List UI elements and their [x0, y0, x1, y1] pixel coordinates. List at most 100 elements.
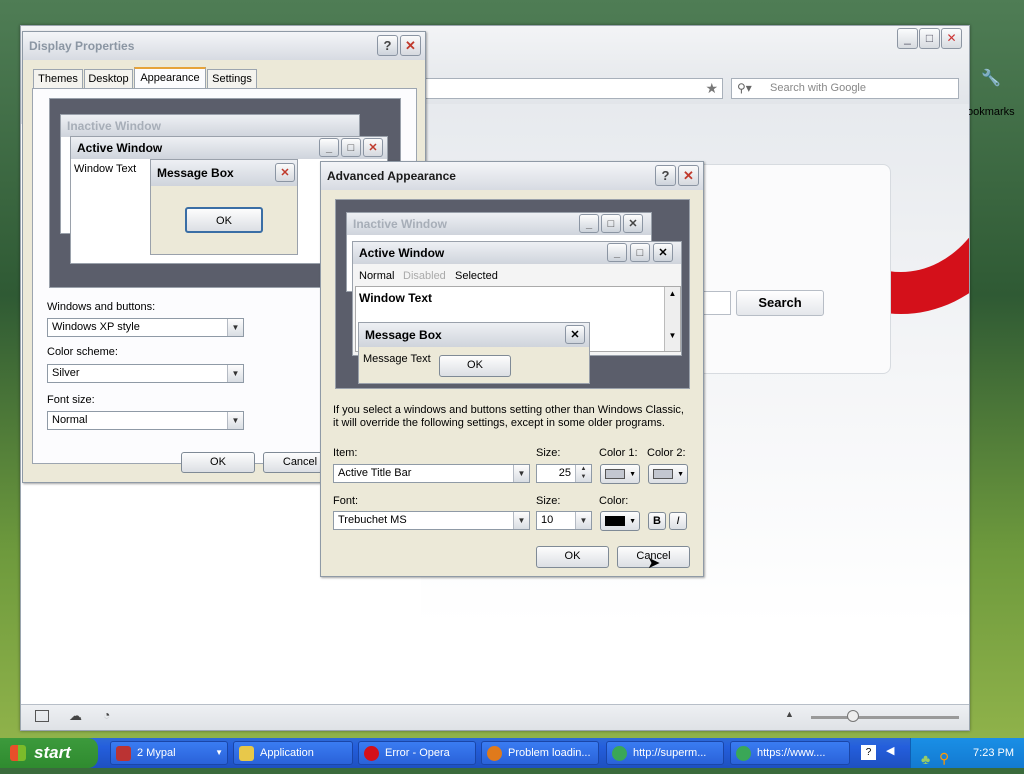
wrench-icon[interactable]: 🔧: [981, 68, 1001, 88]
windows-flag-icon: [10, 745, 26, 761]
font-color-picker[interactable]: ▼: [600, 511, 640, 531]
tab-appearance[interactable]: Appearance: [134, 67, 206, 88]
item-select[interactable]: Active Title Bar ▼: [333, 464, 530, 483]
help-icon[interactable]: ?: [861, 745, 876, 760]
color-1-picker[interactable]: ▼: [600, 464, 640, 484]
chevron-down-icon[interactable]: ▼: [227, 412, 243, 429]
search-icon[interactable]: ⚲: [939, 743, 949, 773]
adv-inactive-close-icon: ✕: [623, 214, 643, 233]
star-icon[interactable]: ★: [705, 80, 718, 97]
start-button[interactable]: start: [0, 738, 98, 768]
tab-desktop[interactable]: Desktop: [84, 69, 133, 88]
chevron-down-icon[interactable]: ▼: [513, 465, 529, 482]
color-2-label: Color 2:: [647, 447, 686, 459]
task-http-superm[interactable]: http://superm...: [606, 741, 724, 765]
address-bar[interactable]: ★: [421, 78, 723, 99]
adv-preview-ok-button: OK: [439, 355, 511, 377]
windows-and-buttons-value: Windows XP style: [52, 321, 140, 333]
size-spinner[interactable]: 25 ▲ ▼: [536, 464, 592, 483]
tray-expand-icon[interactable]: ◀: [886, 744, 894, 757]
adv-scrollbar: ▲ ▼: [664, 287, 680, 351]
ok-button[interactable]: OK: [181, 452, 255, 473]
font-size-select[interactable]: Normal ▼: [47, 411, 244, 430]
task-application[interactable]: Application: [233, 741, 353, 765]
browser-status-bar: ☁ ◔ ▲: [21, 704, 969, 730]
network-icon[interactable]: ♣: [921, 744, 930, 774]
task-label: Application: [260, 747, 314, 759]
preview-maximize-icon: □: [341, 138, 361, 157]
help-button[interactable]: ?: [655, 165, 676, 186]
task-https-www[interactable]: https://www....: [730, 741, 850, 765]
color-1-label: Color 1:: [599, 447, 638, 459]
browser-maximize-button[interactable]: □: [919, 28, 940, 49]
cloud-icon[interactable]: ☁: [69, 708, 82, 724]
preview-inactive-title: Inactive Window: [61, 115, 359, 137]
opera-icon: [364, 746, 379, 761]
windows-and-buttons-label: Windows and buttons:: [47, 301, 156, 313]
advanced-preview: Inactive Window _ □ ✕ Active Window _ □ …: [335, 199, 690, 389]
color-scheme-select[interactable]: Silver ▼: [47, 364, 244, 383]
color-2-swatch: [653, 469, 673, 479]
bold-toggle[interactable]: B: [648, 512, 666, 530]
font-select[interactable]: Trebuchet MS ▼: [333, 511, 530, 530]
task-label: 2 Mypal: [137, 747, 176, 759]
tab-settings[interactable]: Settings: [207, 69, 257, 88]
preview-active-title: Active Window: [71, 137, 387, 159]
search-input[interactable]: ⚲▾ Search with Google: [731, 78, 959, 99]
color-2-picker[interactable]: ▼: [648, 464, 688, 484]
help-button[interactable]: ?: [377, 35, 398, 56]
tab-themes[interactable]: Themes: [33, 69, 83, 88]
font-color-label: Color:: [599, 495, 629, 507]
chevron-down-icon: ▼: [629, 471, 636, 478]
info-text-line-1: If you select a windows and buttons sett…: [333, 404, 684, 416]
advanced-appearance-title: Advanced Appearance: [321, 162, 703, 190]
italic-toggle[interactable]: I: [669, 512, 687, 530]
chrome-icon: [736, 746, 751, 761]
color-1-swatch: [605, 469, 625, 479]
font-value: Trebuchet MS: [338, 514, 407, 526]
task-error-opera[interactable]: Error - Opera: [358, 741, 476, 765]
panel-icon[interactable]: [35, 710, 49, 722]
close-button[interactable]: ✕: [400, 35, 421, 56]
browser-minimize-button[interactable]: _: [897, 28, 918, 49]
size-value: 25: [558, 467, 571, 479]
preview-message-close-icon: ✕: [275, 163, 295, 182]
info-text-line-2: it will override the following settings,…: [333, 417, 665, 429]
search-placeholder: Search with Google: [770, 82, 866, 94]
task-mypal[interactable]: 2 Mypal ▼: [110, 741, 228, 765]
speed-icon[interactable]: ◔: [103, 708, 110, 722]
clock[interactable]: 7:23 PM: [973, 747, 1014, 759]
zoom-slider[interactable]: [811, 716, 959, 719]
chevron-down-icon[interactable]: ▼: [227, 319, 243, 336]
search-panel: [691, 164, 891, 374]
font-size-select[interactable]: 10 ▼: [536, 511, 592, 530]
bookmarks-label[interactable]: ookmarks: [967, 106, 1015, 118]
zoom-up-icon[interactable]: ▲: [785, 709, 794, 719]
chevron-down-icon[interactable]: ▼: [227, 365, 243, 382]
search-button[interactable]: Search: [736, 290, 824, 316]
ok-button[interactable]: OK: [536, 546, 609, 568]
browser-close-button[interactable]: ✕: [941, 28, 962, 49]
adv-inactive-minimize-icon: _: [579, 214, 599, 233]
chevron-down-icon[interactable]: ▼: [575, 512, 591, 529]
font-size-value: Normal: [52, 414, 88, 426]
chevron-down-icon: ▼: [629, 518, 636, 525]
windows-and-buttons-select[interactable]: Windows XP style ▼: [47, 318, 244, 337]
task-problem-loading[interactable]: Problem loadin...: [481, 741, 599, 765]
adv-message-text: Message Text: [363, 353, 431, 365]
chevron-down-icon[interactable]: ▼: [513, 512, 529, 529]
task-label: Problem loadin...: [508, 747, 591, 759]
chevron-down-icon: ▼: [215, 748, 223, 757]
close-button[interactable]: ✕: [678, 165, 699, 186]
firefox-icon: [487, 746, 502, 761]
start-label: start: [34, 743, 71, 762]
adv-window-text: Window Text: [359, 291, 432, 305]
preview-window-text: Window Text: [74, 163, 137, 175]
item-label: Item:: [333, 447, 358, 459]
preview-minimize-icon: _: [319, 138, 339, 157]
font-color-swatch: [605, 516, 625, 526]
display-properties-title: Display Properties: [23, 32, 425, 60]
spinner-arrows-icon[interactable]: ▲ ▼: [575, 465, 591, 482]
item-value: Active Title Bar: [338, 467, 412, 479]
zoom-slider-thumb[interactable]: [847, 710, 859, 722]
